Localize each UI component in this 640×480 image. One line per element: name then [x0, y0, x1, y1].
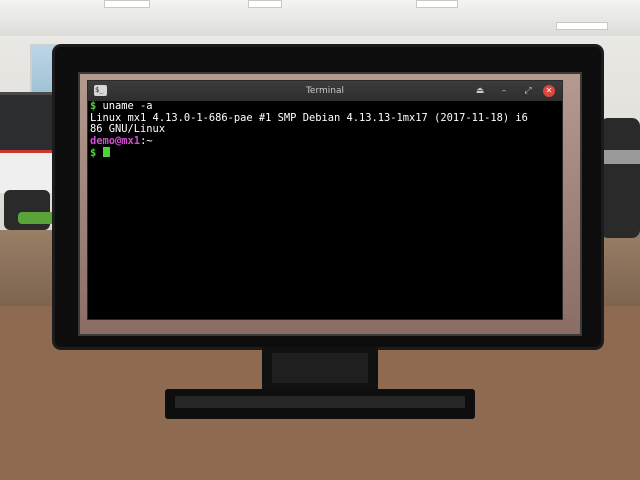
background-table — [596, 150, 640, 164]
maximize-icon[interactable]: ⤢ — [522, 85, 534, 97]
minimize-icon[interactable]: – — [498, 85, 510, 97]
monitor-stand-base-inner — [175, 396, 465, 408]
prompt-symbol: $ — [90, 147, 97, 159]
close-icon[interactable]: ✕ — [543, 85, 555, 97]
ceiling-light — [556, 22, 608, 30]
input-line[interactable]: $ — [90, 147, 558, 160]
prompt-host: @mx1 — [115, 134, 141, 147]
terminal-icon[interactable]: $_ — [94, 85, 107, 96]
command-line: $ uname -a — [90, 101, 558, 113]
ceiling — [0, 0, 640, 36]
output-line: 86 GNU/Linux — [90, 123, 166, 135]
text-cursor — [102, 147, 110, 157]
terminal-window[interactable]: Terminal $_ ⏏ – ⤢ ✕ $ uname -a Linux mx1 … — [88, 81, 562, 319]
background-chair — [4, 190, 50, 230]
ceiling-light — [104, 0, 150, 8]
terminal-output[interactable]: $ uname -a Linux mx1 4.13.0-1-686-pae #1 … — [90, 101, 558, 315]
background-desk — [0, 150, 60, 193]
background-chair — [600, 118, 640, 238]
background-chair-seat — [18, 212, 58, 224]
command-text: uname -a — [96, 101, 153, 112]
monitor-stand-neck-inner — [272, 353, 368, 383]
prompt-path: :~ — [140, 134, 153, 147]
ceiling-light — [416, 0, 458, 8]
prompt-line: demo@mx1:~ — [90, 134, 558, 148]
prompt-user: demo — [90, 134, 116, 147]
terminal-titlebar[interactable]: Terminal $_ ⏏ – ⤢ ✕ — [88, 81, 562, 101]
ceiling-light — [248, 0, 282, 8]
window-title: Terminal — [305, 86, 345, 96]
eject-icon[interactable]: ⏏ — [474, 85, 486, 97]
